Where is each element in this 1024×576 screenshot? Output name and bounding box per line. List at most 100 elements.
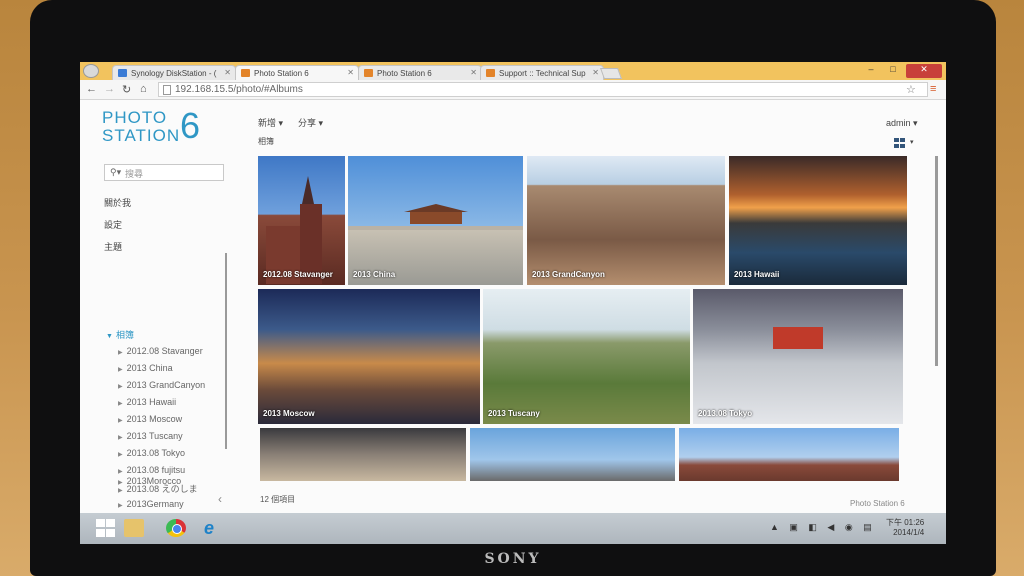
tab-close-icon[interactable]: ✕ — [347, 68, 354, 77]
tab-label: Support :: Technical Sup — [499, 69, 586, 78]
bookmark-star-icon[interactable]: ☆ — [906, 83, 916, 96]
browser-menu-icon[interactable]: ≡ — [930, 83, 936, 95]
albums-heading-label: 相簿 — [115, 330, 134, 340]
profile-icon[interactable] — [83, 64, 99, 78]
sidebar-scrollbar[interactable] — [225, 253, 227, 449]
caret-right-icon: ▶ — [118, 452, 123, 458]
photo-tile[interactable]: 2013 Tuscany — [483, 289, 690, 424]
search-input[interactable]: ⚲▾ 搜尋 — [104, 164, 224, 181]
photo-tile[interactable]: 2013 GrandCanyon — [527, 156, 725, 285]
sidebar: PHOTO STATION 6 ⚲▾ 搜尋 關於我 設定 主題 ▼ 相簿 ▶ 201… — [80, 101, 240, 511]
browser-tabbar: Synology DiskStation - ( ✕ Photo Station… — [80, 62, 946, 80]
support-icon — [486, 69, 495, 77]
forward-icon[interactable]: → — [104, 83, 115, 95]
tab-close-icon[interactable]: ✕ — [470, 68, 477, 77]
nav-about[interactable]: 關於我 — [104, 196, 131, 209]
reload-icon[interactable]: ↻ — [122, 83, 131, 96]
tab-label: Photo Station 6 — [254, 69, 309, 78]
album-link[interactable]: ▶ 2013.08 fujitsu — [118, 465, 185, 475]
photo-tile[interactable]: 2013 Moscow — [258, 289, 480, 424]
caret-right-icon: ▶ — [118, 367, 123, 373]
caret-right-icon: ▶ — [118, 418, 123, 424]
taskbar-clock[interactable]: 下午 01:26 2014/1/4 — [886, 518, 924, 538]
photostation-logo[interactable]: PHOTO STATION 6 — [102, 107, 200, 145]
photo-tile[interactable]: 2013.08 Tokyo — [693, 289, 903, 424]
photo-tile[interactable]: 2013 China — [348, 156, 523, 285]
photo-tile[interactable]: 2013 Hawaii — [729, 156, 907, 285]
tab-support[interactable]: Support :: Technical Sup ✕ — [480, 65, 604, 80]
synology-icon — [118, 69, 127, 77]
photo-tile[interactable] — [679, 428, 899, 481]
new-menu-label: 新增 — [258, 118, 277, 128]
expand-caret-icon: ▼ — [106, 333, 113, 340]
user-name: admin — [886, 118, 911, 128]
album-link[interactable]: ▶ 2012.08 Stavanger — [118, 346, 203, 356]
nav-settings[interactable]: 設定 — [104, 218, 122, 231]
album-link-label: 2013.08 Tokyo — [126, 448, 186, 458]
tab-close-icon[interactable]: ✕ — [592, 68, 599, 77]
user-menu[interactable]: admin ▾ — [886, 118, 918, 129]
album-link[interactable]: ▶ 2013 China — [118, 363, 173, 373]
photo-tile[interactable] — [470, 428, 675, 481]
clock-time: 下午 01:26 — [886, 518, 925, 527]
album-link-label: 2013 GrandCanyon — [126, 380, 206, 390]
back-icon[interactable]: ← — [86, 83, 97, 95]
footer-brand: Photo Station 6 — [850, 499, 905, 508]
tab-photostation-active[interactable]: Photo Station 6 ✕ — [235, 65, 359, 80]
album-link[interactable]: ▶ 2013 Moscow — [118, 414, 182, 424]
tab-close-icon[interactable]: ✕ — [224, 68, 231, 77]
item-count: 12 個項目 — [260, 495, 296, 504]
system-tray-icons[interactable]: ▲ ▣ ◧ ◀ ◉ ▤ — [770, 522, 876, 533]
laptop-brand: SONY — [484, 551, 542, 567]
windows-start-icon[interactable] — [96, 519, 116, 537]
album-link[interactable]: ▶ 2013.08 Tokyo — [118, 448, 185, 458]
nav-themes[interactable]: 主題 — [104, 240, 122, 253]
minimize-button[interactable]: – — [860, 64, 882, 78]
album-link-label: 2012.08 Stavanger — [126, 346, 203, 356]
album-link[interactable]: ▶ 2013 Hawaii — [118, 397, 176, 407]
photo-caption: 2013 China — [353, 270, 396, 279]
chrome-icon[interactable] — [166, 519, 186, 537]
collapse-sidebar-icon[interactable]: ‹ — [218, 492, 222, 506]
album-link[interactable]: ▶ 2013 Tuscany — [118, 431, 183, 441]
logo-line2: STATION — [102, 126, 181, 145]
album-link-label: 2013 Moscow — [126, 414, 183, 424]
file-explorer-icon[interactable] — [124, 519, 144, 537]
stage-shape — [773, 327, 823, 349]
photo-caption: 2012.08 Stavanger — [263, 270, 333, 279]
album-link[interactable]: ▶ 2013Morocco — [118, 476, 181, 486]
new-tab-button[interactable] — [599, 68, 623, 79]
caret-right-icon: ▶ — [118, 480, 123, 486]
tab-synology[interactable]: Synology DiskStation - ( ✕ — [112, 65, 236, 80]
maximize-button[interactable]: □ — [882, 64, 904, 78]
grid-view-icon[interactable] — [894, 138, 906, 148]
album-link-label: 2013 Hawaii — [126, 397, 177, 407]
internet-explorer-icon[interactable]: e — [204, 519, 224, 537]
share-menu-label: 分享 — [298, 118, 317, 128]
photo-caption: 2013 Hawaii — [734, 270, 780, 279]
album-link[interactable]: ▶ 2013Germany — [118, 499, 184, 509]
photo-tile[interactable] — [260, 428, 466, 481]
close-button[interactable]: ✕ — [906, 64, 942, 78]
url-input[interactable]: 192.168.15.5/photo/#Albums — [158, 82, 928, 97]
main-scrollbar[interactable] — [935, 156, 938, 366]
album-link-label: 2013 Tuscany — [126, 431, 183, 441]
tab-photostation[interactable]: Photo Station 6 ✕ — [358, 65, 482, 80]
caret-right-icon: ▶ — [118, 401, 123, 407]
home-icon[interactable]: ⌂ — [140, 83, 147, 95]
share-menu[interactable]: 分享 ▾ — [298, 116, 323, 129]
albums-heading[interactable]: ▼ 相簿 — [106, 328, 134, 341]
caret-right-icon: ▶ — [118, 503, 123, 509]
photostation-icon — [241, 69, 250, 77]
new-menu[interactable]: 新增 ▾ — [258, 116, 283, 129]
photostation-icon — [364, 69, 373, 77]
photo-tile[interactable]: 2012.08 Stavanger — [258, 156, 345, 285]
logo-number: 6 — [180, 105, 201, 146]
caret-right-icon: ▶ — [118, 488, 123, 494]
caret-right-icon: ▶ — [118, 384, 123, 390]
photo-caption: 2013 GrandCanyon — [532, 270, 605, 279]
album-link[interactable]: ▶ 2013 GrandCanyon — [118, 380, 205, 390]
windows-taskbar: e ▲ ▣ ◧ ◀ ◉ ▤ 下午 01:26 2014/1/4 — [80, 513, 946, 544]
search-icon: ⚲▾ — [110, 167, 122, 177]
view-dropdown-icon[interactable]: ▾ — [910, 138, 914, 146]
